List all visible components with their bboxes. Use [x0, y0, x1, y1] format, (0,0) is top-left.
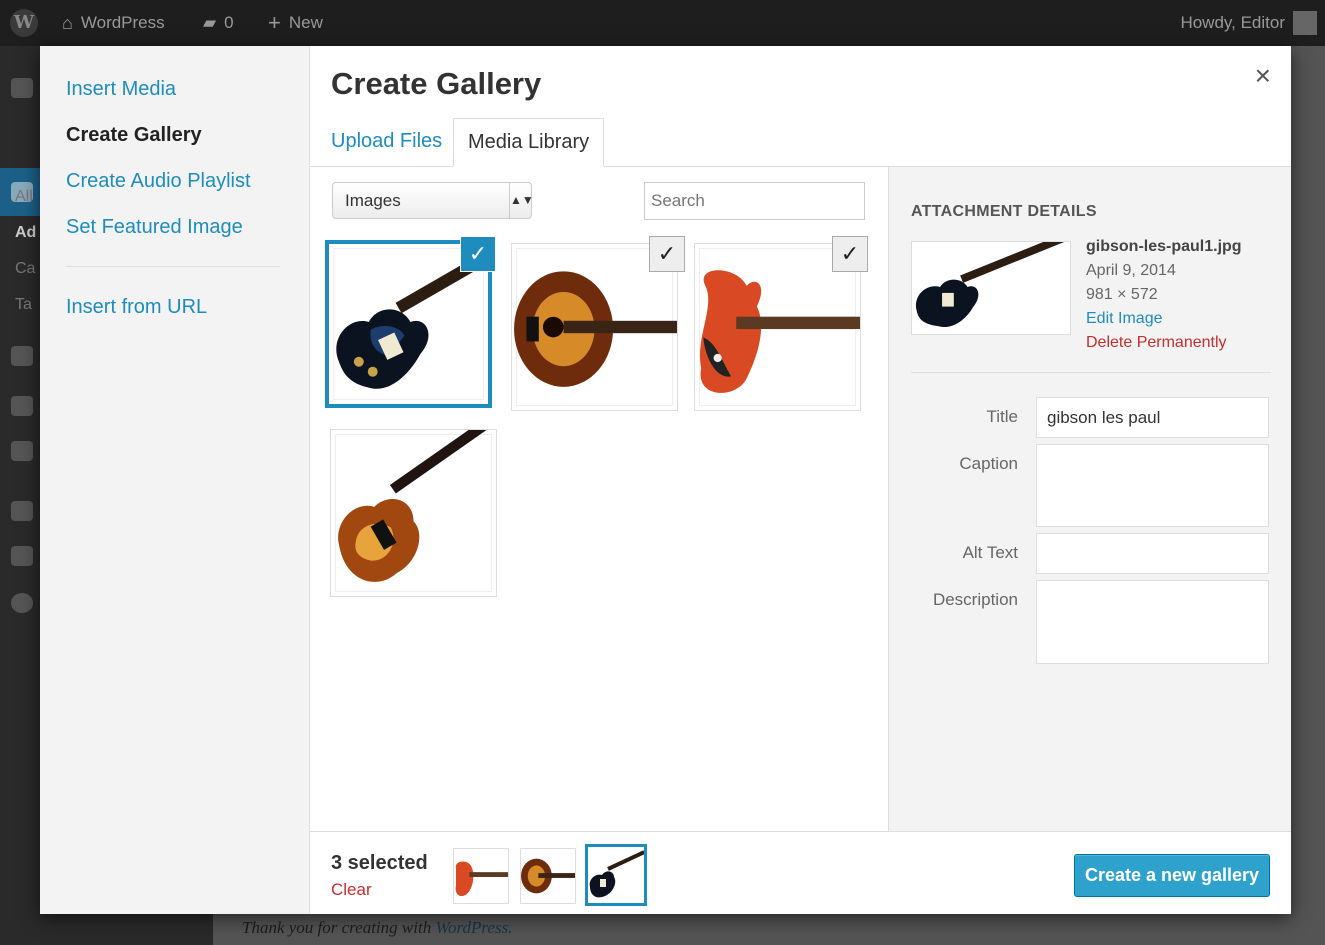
title-label: Title [986, 407, 1019, 426]
plus-icon: + [268, 10, 281, 35]
menu-insert-media[interactable]: Insert Media [66, 78, 176, 101]
details-separator [911, 372, 1271, 373]
comments-count: 0 [224, 13, 234, 32]
media-modal: Insert Media Create Gallery Create Audio… [40, 46, 1291, 914]
tab-upload-files[interactable]: Upload Files [317, 118, 456, 167]
tab-media-library[interactable]: Media Library [453, 118, 605, 167]
footer-credit: Thank you for creating with WordPress. [242, 918, 512, 938]
delete-permanently-link[interactable]: Delete Permanently [1086, 331, 1242, 355]
menu-set-featured-image[interactable]: Set Featured Image [66, 216, 243, 239]
home-icon: ⌂ [62, 13, 73, 33]
caption-label: Caption [959, 454, 1018, 473]
wordpress-logo-icon[interactable]: W [10, 0, 38, 46]
site-name-link[interactable]: ⌂ WordPress [62, 0, 165, 46]
guitar-image [455, 861, 508, 897]
footer-wordpress-link[interactable]: WordPress. [435, 918, 512, 937]
attachment-details-heading: ATTACHMENT DETAILS [911, 203, 1097, 220]
media-icon [11, 346, 33, 366]
attachment-acoustic-sunburst[interactable]: ✓ [511, 236, 685, 411]
description-field[interactable] [1036, 580, 1269, 664]
account-menu[interactable]: Howdy, Editor [1180, 0, 1317, 46]
admin-menu-fragment: Ca [15, 260, 36, 277]
attachment-les-paul-black[interactable]: ✓ [325, 236, 496, 408]
selection-thumb-acoustic[interactable] [520, 848, 576, 904]
select-arrows-icon: ▲▼ [509, 183, 534, 218]
admin-menu-fragment: All [15, 188, 33, 205]
new-content-link[interactable]: + New [268, 0, 323, 46]
guitar-image [915, 234, 1065, 328]
admin-sidebar: All Ad Ca Ta [0, 46, 40, 945]
clear-selection-link[interactable]: Clear [331, 880, 372, 900]
check-icon[interactable]: ✓ [832, 236, 868, 272]
comments-link[interactable]: ▰ 0 [203, 0, 234, 46]
attachment-date: April 9, 2014 [1086, 262, 1176, 279]
search-input[interactable] [644, 182, 865, 220]
admin-menu-fragment: Ad [15, 224, 37, 241]
menu-separator [66, 266, 280, 267]
menu-create-audio-playlist[interactable]: Create Audio Playlist [66, 170, 251, 193]
alt-text-label: Alt Text [962, 543, 1018, 562]
alt-text-field[interactable] [1036, 533, 1269, 574]
avatar [1293, 11, 1317, 35]
attachments-browser: Images ▲▼ ✓ [310, 167, 888, 831]
selection-thumb-hollow-body[interactable] [453, 848, 509, 904]
guitar-image [589, 850, 644, 898]
dashboard-icon [11, 78, 33, 98]
comment-icon: ▰ [203, 13, 217, 32]
guitar-image [521, 858, 575, 894]
attachment-filename: gibson-les-paul1.jpg [1086, 238, 1242, 255]
create-new-gallery-button[interactable]: Create a new gallery [1074, 854, 1270, 897]
menu-create-gallery[interactable]: Create Gallery [66, 124, 202, 147]
media-type-filter[interactable]: Images ▲▼ [332, 182, 534, 219]
attachment-preview [911, 234, 1071, 335]
title-field[interactable] [1036, 397, 1269, 438]
users-icon [11, 501, 33, 521]
filter-value: Images [345, 191, 401, 210]
attachment-info: gibson-les-paul1.jpg April 9, 2014 981 ×… [1086, 235, 1242, 355]
footer-text: Thank you for creating with [242, 918, 432, 937]
menu-insert-from-url[interactable]: Insert from URL [66, 296, 207, 319]
edit-image-link[interactable]: Edit Image [1086, 307, 1242, 331]
check-icon[interactable]: ✓ [460, 236, 496, 272]
attachment-hollow-body-red[interactable]: ✓ [694, 236, 868, 411]
attachment-details-sidebar: ATTACHMENT DETAILS gibson-les-paul1.jpg … [888, 167, 1291, 831]
caption-field[interactable] [1036, 444, 1269, 527]
selection-thumb-les-paul[interactable] [585, 844, 647, 906]
tools-icon [11, 546, 33, 566]
site-name: WordPress [80, 13, 165, 32]
attachment-solid-sunburst[interactable] [330, 429, 497, 597]
comments-icon [11, 441, 33, 461]
modal-title: Create Gallery [331, 66, 542, 101]
check-icon[interactable]: ✓ [649, 236, 685, 272]
media-menu: Insert Media Create Gallery Create Audio… [40, 46, 310, 914]
admin-menu-fragment: Ta [15, 296, 32, 313]
admin-bar: W ⌂ WordPress ▰ 0 + New Howdy, Editor [0, 0, 1325, 46]
description-label: Description [932, 590, 1018, 609]
collapse-icon [11, 593, 33, 613]
howdy-text: Howdy, Editor [1180, 13, 1285, 32]
media-frame: Create Gallery × Upload Files Media Libr… [310, 46, 1291, 914]
close-icon[interactable]: × [1255, 60, 1271, 92]
media-toolbar: 3 selected Clear Create a new gallery [310, 831, 1291, 914]
selection-count: 3 selected [331, 852, 428, 874]
attachment-dimensions: 981 × 572 [1086, 286, 1158, 303]
pages-icon [11, 396, 33, 416]
guitar-image [338, 430, 489, 582]
new-label: New [288, 13, 323, 32]
